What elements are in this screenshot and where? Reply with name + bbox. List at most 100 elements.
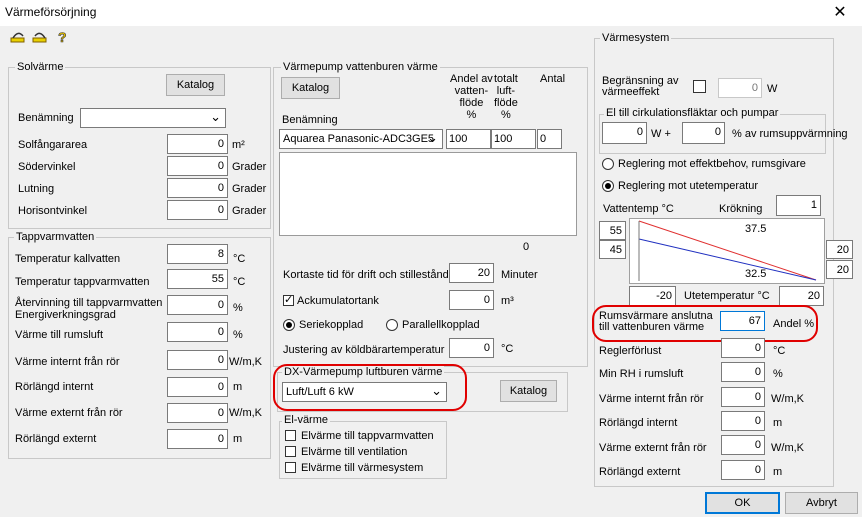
varme-rumsluft-input[interactable]: 0 [167,322,228,342]
temp-tappvarmvatten-input[interactable]: 55 [167,269,228,289]
help-icon[interactable]: ? [56,29,72,46]
horisontvinkel-input[interactable]: 0 [167,200,228,220]
utetemperatur-label: Utetemperatur °C [684,290,770,302]
temp-tappvarmvatten-unit: °C [233,276,246,288]
vp-pump-list[interactable] [279,152,577,236]
curve-blue-line [638,238,817,281]
vs-rorlangd-internt-label: Rörlängd internt [599,417,678,429]
vp-katalog-button[interactable]: Katalog [281,77,340,99]
solfangararea-input[interactable]: 0 [167,134,228,154]
vs-rorlangd-externt-unit: m [773,466,783,478]
varme-rumsluft-label: Värme till rumsluft [15,329,104,341]
redo-icon[interactable] [32,30,48,44]
horisontvinkel-unit: Grader [232,205,267,217]
tvv-varme-externt-input[interactable]: 0 [167,403,228,423]
ackumulatortank-unit: m³ [501,295,514,307]
temp-kallvatten-input[interactable]: 8 [167,244,228,264]
elvarme-varmesystem-checkbox[interactable] [285,462,296,473]
lutning-unit: Grader [232,183,267,195]
vp-pump-select[interactable]: Aquarea Panasonic-ADC3GE5 [279,129,443,149]
ackumulatortank-input[interactable]: 0 [449,290,494,310]
tvv-varme-internt-label: Värme internt från rör [15,356,120,368]
el-pct-unit: % av rumsuppvärmning [732,128,848,140]
elvarme-tappvarmvatten-checkbox[interactable] [285,430,296,441]
justering-label: Justering av köldbärartemperatur [283,344,445,356]
solvarme-katalog-button[interactable]: Katalog [166,74,225,96]
window-title: Värmeförsörjning [5,5,97,19]
reglerforlust-input[interactable]: 0 [721,338,765,358]
varmesystem-title: Värmesystem [600,32,672,44]
vattentemp-min-input[interactable]: 45 [599,240,626,259]
atervinning-label: Återvinning till tappvarmvatten [15,297,163,309]
lutning-input[interactable]: 0 [167,178,228,198]
vs-rorlangd-internt-unit: m [773,417,783,429]
tvv-rorlangd-externt-input[interactable]: 0 [167,429,228,449]
cancel-button[interactable]: Avbryt [785,492,858,514]
solvarme-benamning-label: Benämning [18,112,74,124]
tvv-varme-externt-unit: W/m,K [229,407,262,419]
solvarme-benamning-select[interactable] [80,108,226,128]
solfangararea-label: Solfångararea [18,139,88,151]
close-icon[interactable]: ✕ [818,0,862,26]
vs-varme-internt-label: Värme internt från rör [599,393,704,405]
begransning-input[interactable]: 0 [718,78,762,98]
vattentemp-max-input[interactable]: 55 [599,221,626,240]
rumstemp-2-input[interactable]: 20 [826,260,853,279]
elvarme-tappvarmvatten-label: Elvärme till tappvarmvatten [301,430,434,442]
justering-input[interactable]: 0 [449,338,494,358]
parallellkopplad-radio[interactable] [386,319,398,331]
kortaste-tid-input[interactable]: 20 [449,263,494,283]
ute-min-input[interactable]: -20 [629,286,676,306]
ok-button[interactable]: OK [705,492,780,514]
sodervinkel-input[interactable]: 0 [167,156,228,176]
seriekopplad-label: Seriekopplad [299,319,364,331]
vs-rorlangd-externt-input[interactable]: 0 [721,460,765,480]
vp-col-antal: Antal [540,73,566,85]
ute-max-input[interactable]: 20 [779,286,824,306]
sodervinkel-label: Södervinkel [18,161,76,173]
vs-rorlangd-internt-input[interactable]: 0 [721,411,765,431]
vs-varme-internt-input[interactable]: 0 [721,387,765,407]
reglering-utetemperatur-radio[interactable] [602,180,614,192]
tappvarmvatten-title: Tappvarmvatten [14,231,97,243]
seriekopplad-radio[interactable] [283,319,295,331]
vp-list-count: 0 [523,241,530,253]
begransning-unit: W [767,83,778,95]
tvv-rorlangd-internt-label: Rörlängd internt [15,381,94,393]
tvv-varme-internt-input[interactable]: 0 [167,350,228,370]
undo-icon[interactable] [10,30,26,44]
dx-katalog-button[interactable]: Katalog [500,380,557,402]
el-w-input[interactable]: 0 [602,122,647,144]
begransning-checkbox[interactable] [693,80,706,93]
el-pct-input[interactable]: 0 [682,122,725,144]
parallellkopplad-label: Parallellkopplad [402,319,480,331]
reglering-effektbehov-radio[interactable] [602,158,614,170]
vp-totalt-input[interactable]: 100 [491,129,536,149]
reglering-utetemperatur-label: Reglering mot utetemperatur [618,180,759,192]
vp-benamning-label: Benämning [282,114,338,126]
solvarme-title: Solvärme [15,61,66,73]
reglerforlust-unit: °C [773,345,786,357]
krokning-input[interactable]: 1 [776,195,821,216]
elvarme-ventilation-checkbox[interactable] [285,446,296,457]
title-bar [0,0,862,26]
begransning-label: Begränsning av värmeeffekt [602,75,679,98]
vp-col-totalt: totalt luft-flöde% [494,73,518,121]
atervinning-input[interactable]: 0 [167,295,228,315]
vp-antal-input[interactable]: 0 [537,129,562,149]
vs-varme-externt-input[interactable]: 0 [721,435,765,455]
ackumulatortank-checkbox[interactable] [283,293,294,306]
rumsvarmare-highlight [592,305,818,342]
tvv-varme-internt-unit: W/m,K [229,356,262,368]
reglering-effektbehov-label: Reglering mot effektbehov, rumsgivare [618,158,806,170]
tvv-rorlangd-internt-input[interactable]: 0 [167,377,228,397]
min-rh-input[interactable]: 0 [721,362,765,382]
vattentemp-curve-chart: 37.5 32.5 [629,218,825,284]
svg-text:?: ? [58,30,67,44]
vs-rorlangd-externt-label: Rörlängd externt [599,466,681,478]
vp-andel-input[interactable]: 100 [446,129,491,149]
lutning-label: Lutning [18,183,55,195]
temp-kallvatten-unit: °C [233,253,246,265]
tvv-rorlangd-externt-unit: m [233,433,243,445]
rumstemp-1-input[interactable]: 20 [826,240,853,259]
